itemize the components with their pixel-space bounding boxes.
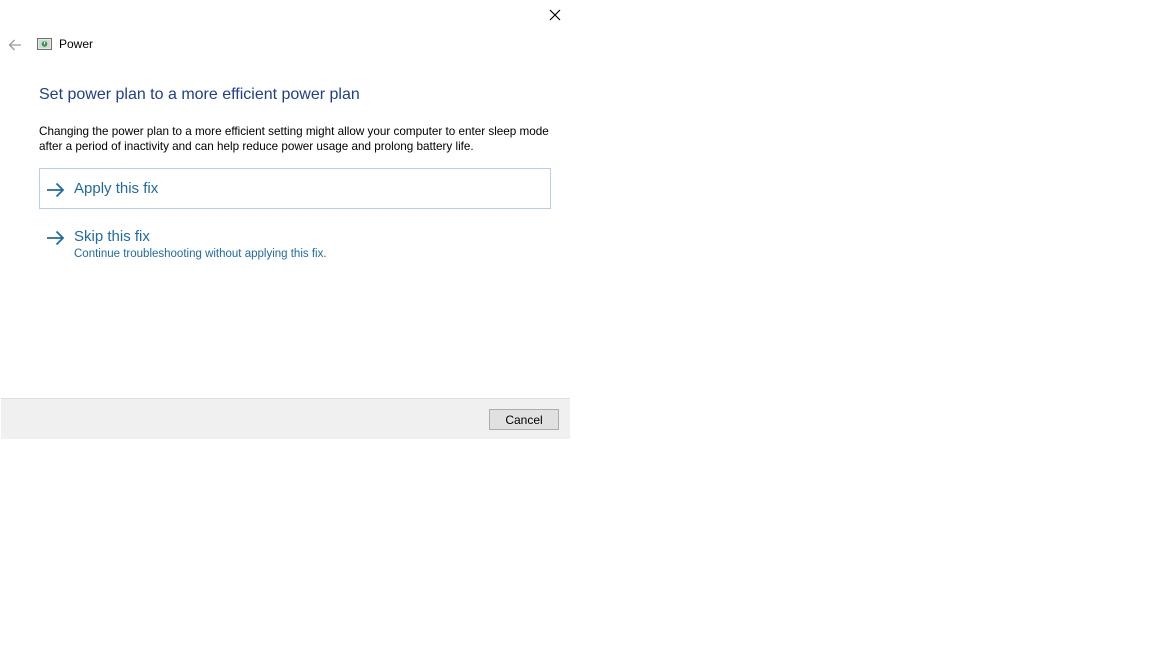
window-title: Power xyxy=(37,37,93,51)
window-title-text: Power xyxy=(59,37,94,51)
power-troubleshooter-icon xyxy=(37,38,52,50)
dialog-footer: Cancel xyxy=(1,398,570,439)
back-button[interactable] xyxy=(5,36,25,54)
apply-fix-option[interactable]: Apply this fix xyxy=(39,168,551,209)
skip-fix-label: Skip this fix xyxy=(74,228,150,245)
arrow-right-icon xyxy=(47,182,65,198)
page-heading: Set power plan to a more efficient power… xyxy=(39,86,360,103)
close-icon xyxy=(549,9,561,21)
apply-fix-label: Apply this fix xyxy=(74,180,159,197)
skip-fix-description: Continue troubleshooting without applyin… xyxy=(74,248,327,260)
troubleshooter-dialog: Power Set power plan to a more efficient… xyxy=(1,0,570,439)
arrow-right-icon xyxy=(47,230,65,246)
cancel-button[interactable]: Cancel xyxy=(489,409,559,430)
back-arrow-icon xyxy=(8,39,21,51)
page-description: Changing the power plan to a more effici… xyxy=(39,125,549,153)
skip-fix-option[interactable]: Skip this fix Continue troubleshooting w… xyxy=(39,226,551,266)
close-button[interactable] xyxy=(541,3,569,27)
